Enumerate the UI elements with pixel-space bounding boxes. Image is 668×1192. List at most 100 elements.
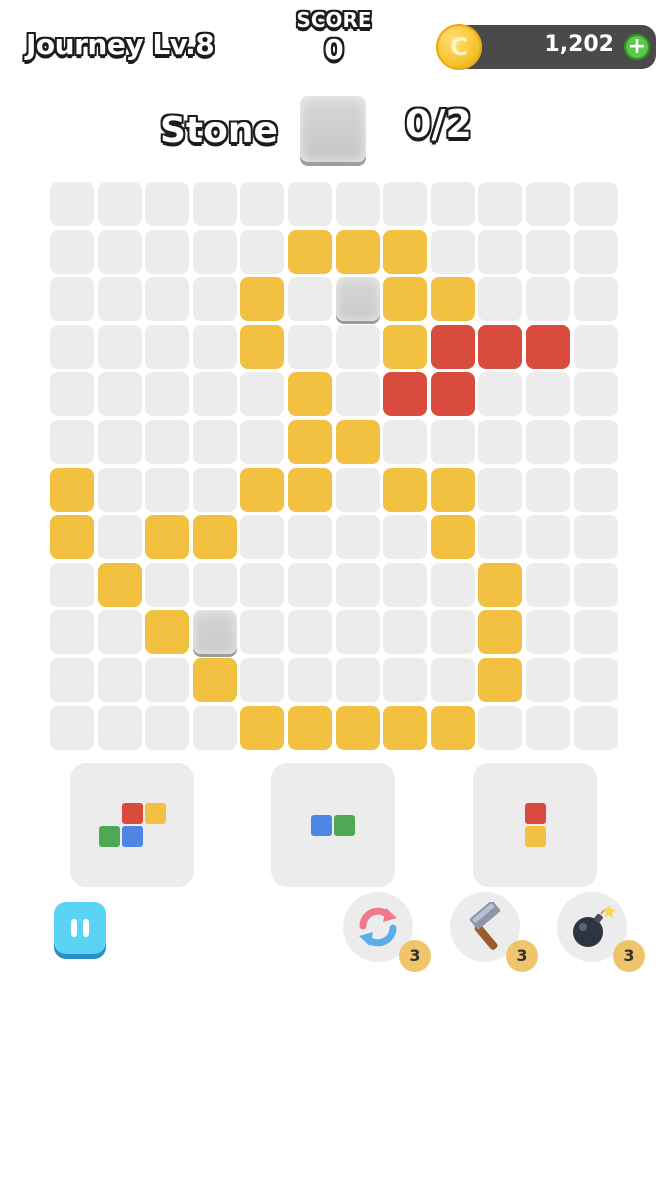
stone-cell[interactable] xyxy=(335,277,380,322)
empty-cell[interactable] xyxy=(240,182,285,226)
empty-cell[interactable] xyxy=(240,562,285,607)
empty-cell[interactable] xyxy=(192,277,237,322)
empty-cell[interactable] xyxy=(145,229,190,274)
filled-cell[interactable] xyxy=(383,372,428,417)
empty-cell[interactable] xyxy=(430,562,475,607)
filled-cell[interactable] xyxy=(50,515,94,560)
empty-cell[interactable] xyxy=(478,182,523,226)
game-board[interactable] xyxy=(50,182,618,750)
filled-cell[interactable] xyxy=(383,277,428,322)
filled-cell[interactable] xyxy=(430,324,475,369)
empty-cell[interactable] xyxy=(97,467,142,512)
empty-cell[interactable] xyxy=(430,182,475,226)
empty-cell[interactable] xyxy=(478,467,523,512)
empty-cell[interactable] xyxy=(335,562,380,607)
empty-cell[interactable] xyxy=(240,610,285,655)
empty-cell[interactable] xyxy=(192,372,237,417)
empty-cell[interactable] xyxy=(526,658,570,702)
empty-cell[interactable] xyxy=(97,610,142,655)
filled-cell[interactable] xyxy=(383,229,428,274)
empty-cell[interactable] xyxy=(430,610,475,655)
hammer-booster-button[interactable]: 3 xyxy=(450,892,538,972)
empty-cell[interactable] xyxy=(526,562,570,607)
empty-cell[interactable] xyxy=(50,610,94,655)
stone-cell[interactable] xyxy=(192,610,237,655)
filled-cell[interactable] xyxy=(192,515,237,560)
filled-cell[interactable] xyxy=(430,467,475,512)
empty-cell[interactable] xyxy=(97,420,142,464)
empty-cell[interactable] xyxy=(288,277,332,322)
empty-cell[interactable] xyxy=(50,562,94,607)
empty-cell[interactable] xyxy=(50,229,94,274)
empty-cell[interactable] xyxy=(383,610,428,655)
empty-cell[interactable] xyxy=(288,515,332,560)
empty-cell[interactable] xyxy=(288,324,332,369)
filled-cell[interactable] xyxy=(383,324,428,369)
empty-cell[interactable] xyxy=(97,515,142,560)
empty-cell[interactable] xyxy=(526,705,570,750)
empty-cell[interactable] xyxy=(526,229,570,274)
filled-cell[interactable] xyxy=(478,562,523,607)
piece-tray-1[interactable] xyxy=(70,763,194,887)
empty-cell[interactable] xyxy=(430,658,475,702)
filled-cell[interactable] xyxy=(288,705,332,750)
empty-cell[interactable] xyxy=(573,610,618,655)
empty-cell[interactable] xyxy=(526,277,570,322)
empty-cell[interactable] xyxy=(192,562,237,607)
empty-cell[interactable] xyxy=(478,372,523,417)
empty-cell[interactable] xyxy=(573,420,618,464)
filled-cell[interactable] xyxy=(97,562,142,607)
empty-cell[interactable] xyxy=(573,277,618,322)
empty-cell[interactable] xyxy=(50,420,94,464)
empty-cell[interactable] xyxy=(97,372,142,417)
empty-cell[interactable] xyxy=(573,562,618,607)
empty-cell[interactable] xyxy=(478,229,523,274)
filled-cell[interactable] xyxy=(288,229,332,274)
empty-cell[interactable] xyxy=(145,562,190,607)
empty-cell[interactable] xyxy=(573,515,618,560)
empty-cell[interactable] xyxy=(192,705,237,750)
filled-cell[interactable] xyxy=(240,277,285,322)
empty-cell[interactable] xyxy=(288,182,332,226)
empty-cell[interactable] xyxy=(192,229,237,274)
filled-cell[interactable] xyxy=(240,467,285,512)
empty-cell[interactable] xyxy=(478,705,523,750)
empty-cell[interactable] xyxy=(192,420,237,464)
empty-cell[interactable] xyxy=(383,182,428,226)
bomb-booster-button[interactable]: 3 xyxy=(557,892,645,972)
filled-cell[interactable] xyxy=(335,705,380,750)
empty-cell[interactable] xyxy=(573,658,618,702)
empty-cell[interactable] xyxy=(240,515,285,560)
empty-cell[interactable] xyxy=(478,420,523,464)
piece-tray-3[interactable] xyxy=(473,763,597,887)
filled-cell[interactable] xyxy=(335,420,380,464)
coin-counter[interactable]: 1,202 + xyxy=(452,25,656,69)
empty-cell[interactable] xyxy=(192,324,237,369)
empty-cell[interactable] xyxy=(573,182,618,226)
filled-cell[interactable] xyxy=(383,467,428,512)
empty-cell[interactable] xyxy=(145,467,190,512)
empty-cell[interactable] xyxy=(335,324,380,369)
filled-cell[interactable] xyxy=(145,515,190,560)
empty-cell[interactable] xyxy=(240,372,285,417)
empty-cell[interactable] xyxy=(288,610,332,655)
empty-cell[interactable] xyxy=(145,324,190,369)
empty-cell[interactable] xyxy=(526,420,570,464)
empty-cell[interactable] xyxy=(50,277,94,322)
filled-cell[interactable] xyxy=(430,705,475,750)
filled-cell[interactable] xyxy=(288,467,332,512)
empty-cell[interactable] xyxy=(335,515,380,560)
filled-cell[interactable] xyxy=(240,705,285,750)
empty-cell[interactable] xyxy=(97,277,142,322)
empty-cell[interactable] xyxy=(573,229,618,274)
empty-cell[interactable] xyxy=(97,229,142,274)
empty-cell[interactable] xyxy=(573,705,618,750)
empty-cell[interactable] xyxy=(50,705,94,750)
empty-cell[interactable] xyxy=(50,372,94,417)
empty-cell[interactable] xyxy=(573,372,618,417)
empty-cell[interactable] xyxy=(335,182,380,226)
filled-cell[interactable] xyxy=(478,610,523,655)
empty-cell[interactable] xyxy=(97,658,142,702)
empty-cell[interactable] xyxy=(288,658,332,702)
filled-cell[interactable] xyxy=(430,515,475,560)
